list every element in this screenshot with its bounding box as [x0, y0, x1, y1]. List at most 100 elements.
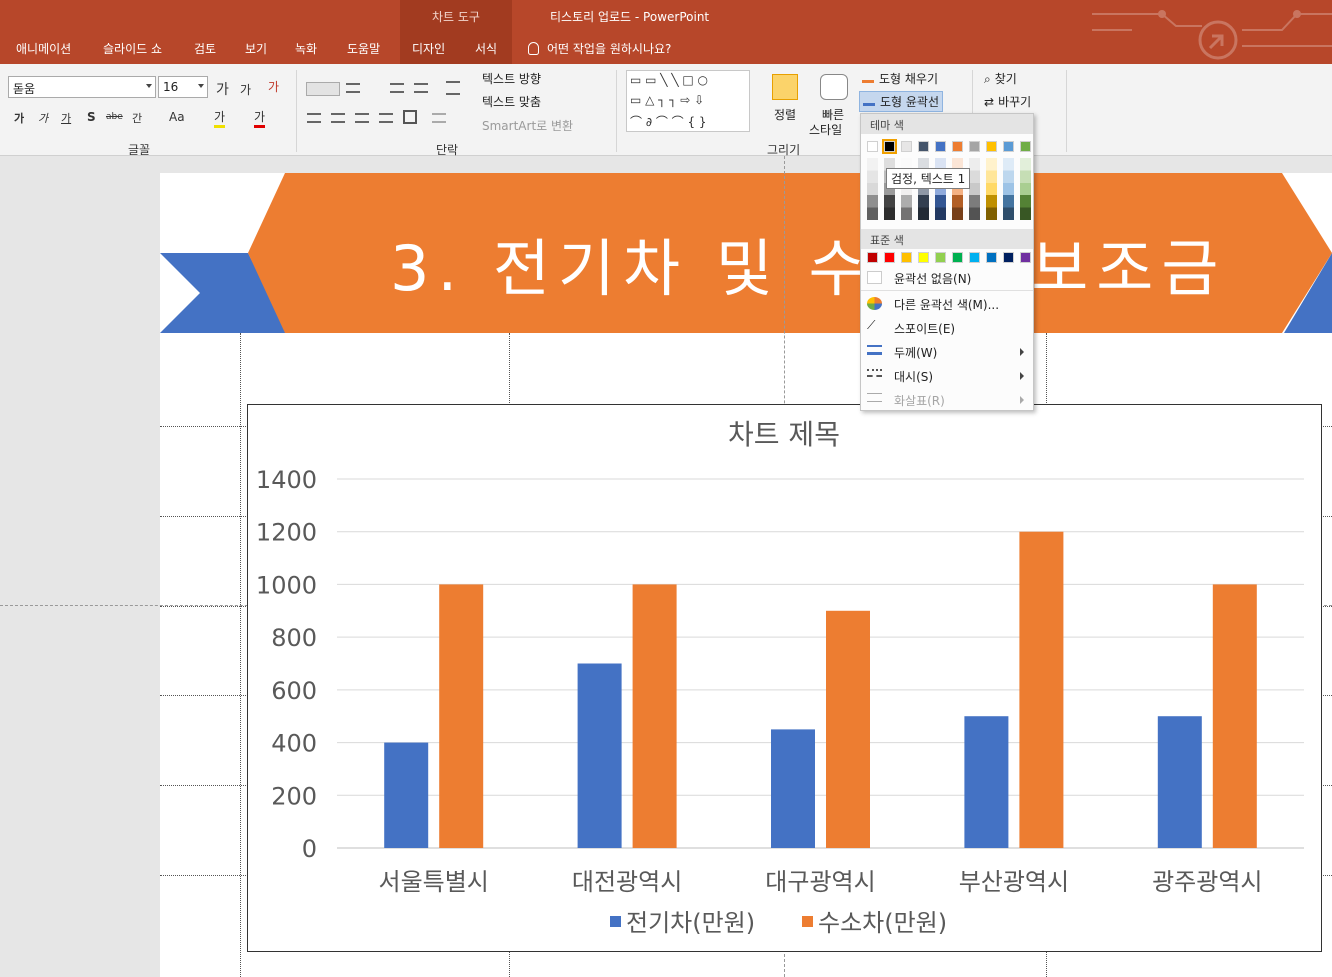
distributed-icon[interactable]: [403, 110, 417, 124]
tell-me-search[interactable]: 어떤 작업을 원하시나요?: [528, 40, 671, 57]
line-spacing-icon[interactable]: [446, 81, 460, 95]
quick-styles-icon[interactable]: [820, 74, 848, 100]
align-right-icon[interactable]: [355, 113, 369, 123]
theme-shade-column[interactable]: [1020, 158, 1031, 220]
theme-shade-column[interactable]: [867, 158, 878, 220]
standard-color-swatch[interactable]: [969, 252, 980, 263]
align-text-button[interactable]: 텍스트 맞춤: [482, 93, 541, 110]
shadow-button[interactable]: S: [87, 110, 96, 124]
theme-color-swatch[interactable]: [1020, 141, 1031, 152]
standard-color-swatch[interactable]: [952, 252, 963, 263]
shape-fill-label: 도형 채우기: [879, 72, 939, 86]
theme-shade-column[interactable]: [1003, 158, 1014, 220]
bar-fcev-1[interactable]: [632, 584, 677, 848]
align-center-icon[interactable]: [331, 113, 345, 123]
theme-color-swatch[interactable]: [969, 141, 980, 152]
tab-view[interactable]: 보기: [245, 40, 267, 57]
standard-color-swatch[interactable]: [867, 252, 878, 263]
shrink-font-button[interactable]: 가: [240, 81, 251, 98]
menu-more-colors[interactable]: 다른 윤곽선 색(M)...: [861, 292, 1033, 316]
chevron-down-icon: [146, 84, 152, 88]
tab-review[interactable]: 검토: [194, 40, 216, 57]
tab-animations[interactable]: 애니메이션: [16, 40, 71, 57]
legend-swatch: [802, 916, 813, 927]
arrange-button[interactable]: 정렬: [774, 106, 796, 123]
bar-fcev-0[interactable]: [439, 584, 484, 848]
theme-color-swatch[interactable]: [867, 141, 878, 152]
theme-color-swatch[interactable]: [918, 141, 929, 152]
decrease-indent-icon[interactable]: [390, 83, 404, 93]
font-color-button[interactable]: 가: [254, 108, 266, 128]
text-direction-button[interactable]: 텍스트 방향: [482, 70, 541, 87]
chart-title[interactable]: 차트 제목: [728, 418, 840, 451]
menu-eyedropper[interactable]: ⟋ 스포이트(E): [861, 316, 1033, 340]
bar-chart[interactable]: 차트 제목 0 200 400 600 800 1000 1200 1400 서울특별시 대전광…: [247, 404, 1322, 952]
smartart-convert-button[interactable]: SmartArt로 변환: [482, 117, 573, 134]
align-left-icon[interactable]: [307, 113, 321, 123]
find-button[interactable]: ⌕ 찾기: [984, 70, 1017, 87]
bar-ev-2[interactable]: [771, 729, 815, 848]
justify-icon[interactable]: [379, 113, 393, 123]
theme-color-swatch[interactable]: [901, 141, 912, 152]
slide-title[interactable]: 3. 전기차 및 수소차 보조금: [390, 218, 1218, 308]
grow-font-button[interactable]: 가: [216, 79, 229, 99]
menu-arrows[interactable]: 화살표(R): [861, 388, 1033, 412]
numbering-icon[interactable]: [346, 83, 360, 93]
theme-color-swatch[interactable]: [882, 139, 897, 154]
font-name-combo[interactable]: 돋움: [8, 76, 156, 98]
quick-styles-label-2[interactable]: 스타일: [809, 121, 842, 138]
theme-color-swatch[interactable]: [1003, 141, 1014, 152]
shape-outline-button[interactable]: 도형 윤곽선: [859, 91, 944, 112]
bar-ev-3[interactable]: [964, 716, 1009, 848]
char-spacing-button[interactable]: 간: [132, 110, 142, 126]
bullets-button[interactable]: [306, 82, 340, 96]
menu-no-outline[interactable]: 윤곽선 없음(N): [861, 266, 1033, 290]
shapes-gallery[interactable]: ▭ ▭ ╲ ╲ □ ○ ▭ △ ┐ ┐ ⇨ ⇩ ⌒ ∂ ⌒ ⌒ { }: [626, 70, 750, 132]
standard-color-swatch[interactable]: [884, 252, 895, 263]
standard-color-swatch[interactable]: [918, 252, 929, 263]
standard-color-swatch[interactable]: [986, 252, 997, 263]
columns-icon[interactable]: [432, 113, 446, 123]
theme-color-swatch[interactable]: [935, 141, 946, 152]
no-outline-icon: [867, 271, 882, 284]
bar-ev-1[interactable]: [577, 663, 622, 849]
strikethrough-button[interactable]: abe: [106, 112, 123, 122]
eyedropper-icon: ⟋: [867, 318, 876, 332]
change-case-button[interactable]: Aa: [169, 110, 185, 124]
font-name-value: 돋움: [13, 82, 36, 96]
standard-color-swatch[interactable]: [1020, 252, 1031, 263]
shape-fill-button[interactable]: 도형 채우기: [862, 70, 938, 87]
clear-format-button[interactable]: 가: [268, 78, 279, 95]
bar-ev-0[interactable]: [384, 742, 429, 848]
highlight-color-button[interactable]: 가: [214, 108, 226, 128]
standard-color-swatch[interactable]: [901, 252, 912, 263]
ribbon: 돋움 16 가 가 가 가 가 가 S abe 간 Aa 가 가 글꼴 텍스트 …: [0, 64, 1332, 157]
tab-record[interactable]: 녹화: [295, 40, 317, 57]
theme-shade-column[interactable]: [986, 158, 997, 220]
bar-fcev-4[interactable]: [1212, 584, 1257, 848]
underline-button[interactable]: 가: [61, 110, 71, 126]
menu-weight[interactable]: 두께(W): [861, 340, 1033, 364]
bar-ev-4[interactable]: [1157, 716, 1202, 848]
theme-color-swatch[interactable]: [952, 141, 963, 152]
tab-help[interactable]: 도움말: [347, 40, 380, 57]
font-size-combo[interactable]: 16: [158, 76, 208, 98]
replace-button[interactable]: ⇄ 바꾸기: [984, 93, 1031, 110]
italic-button[interactable]: 가: [38, 110, 48, 126]
arrow-style-icon: [867, 393, 882, 402]
standard-color-swatch[interactable]: [935, 252, 946, 263]
tab-slideshow[interactable]: 슬라이드 쇼: [103, 40, 162, 57]
y-tick-label: 800: [271, 624, 317, 652]
theme-shade-column[interactable]: [969, 158, 980, 220]
standard-color-swatch[interactable]: [1003, 252, 1014, 263]
menu-item-label: 화살표(R): [894, 394, 945, 408]
bold-button[interactable]: 가: [14, 110, 24, 126]
arrange-icon[interactable]: [772, 74, 798, 100]
increase-indent-icon[interactable]: [414, 83, 428, 93]
tab-format[interactable]: 서식: [475, 40, 497, 57]
theme-color-swatch[interactable]: [986, 141, 997, 152]
menu-dashes[interactable]: 대시(S): [861, 364, 1033, 388]
bar-fcev-2[interactable]: [826, 610, 870, 848]
tab-design[interactable]: 디자인: [412, 40, 445, 57]
bar-fcev-3[interactable]: [1019, 531, 1064, 848]
